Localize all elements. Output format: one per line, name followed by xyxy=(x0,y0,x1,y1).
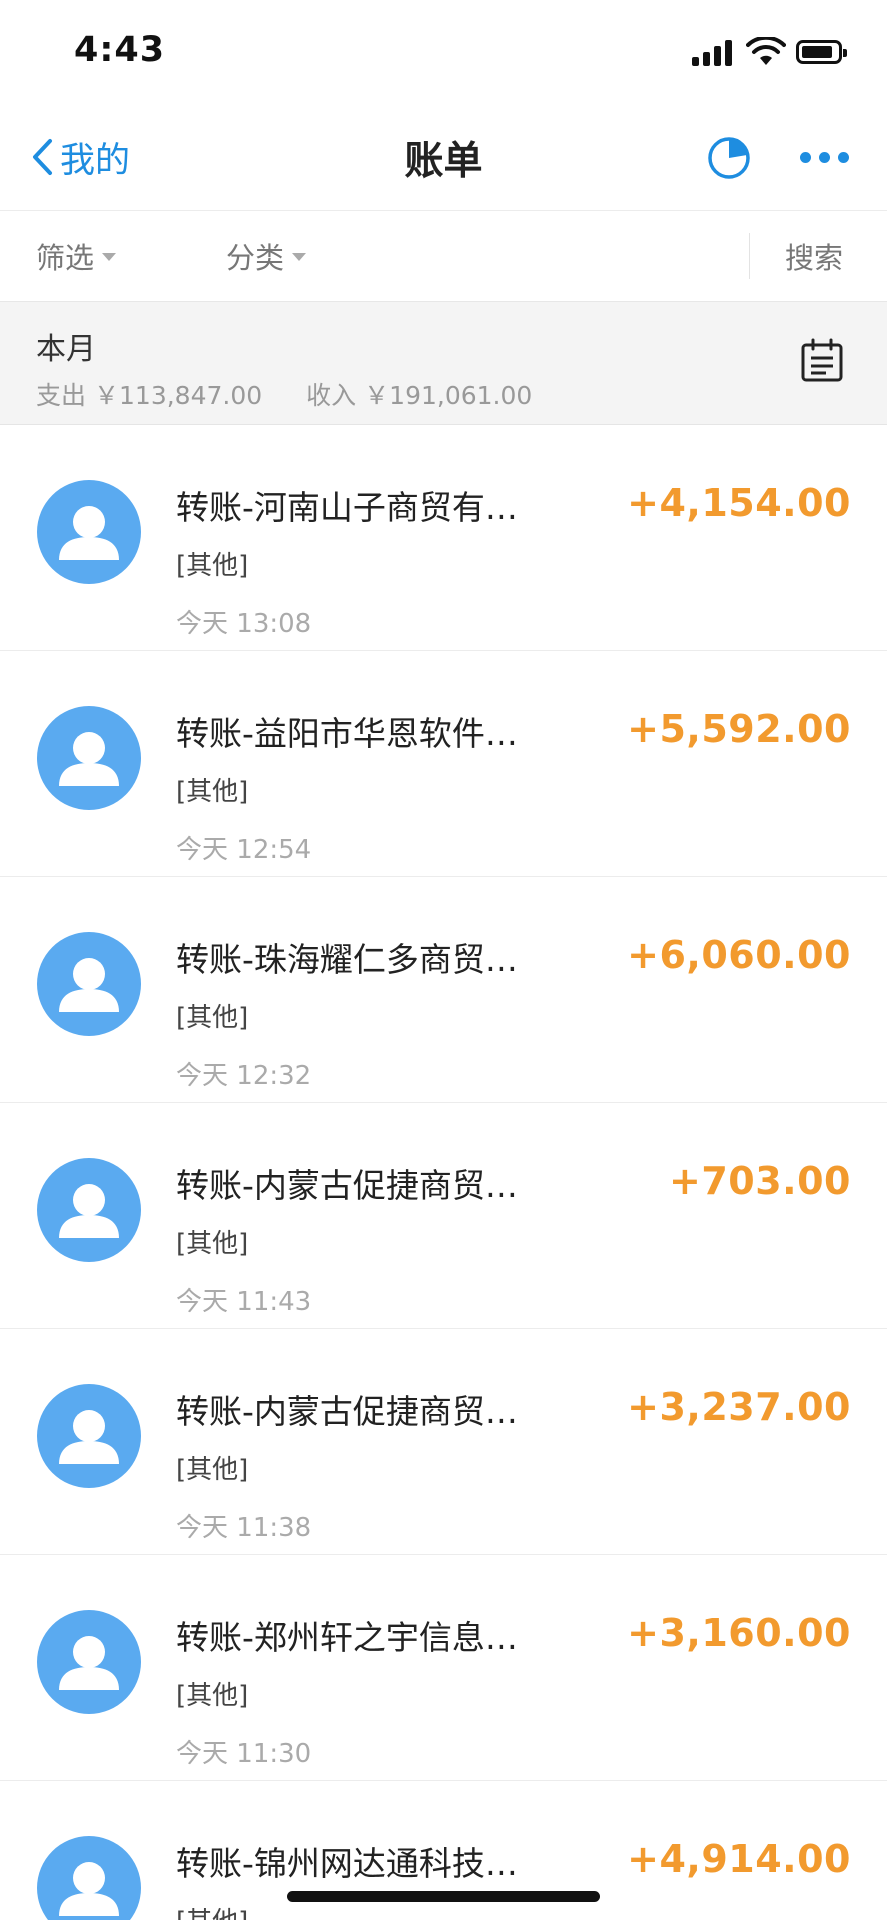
transaction-row[interactable]: 转账-河南山子商贸有… [其他] 今天 13:08 +4,154.00 xyxy=(0,425,887,651)
filter-bar: 筛选 分类 搜索 xyxy=(0,211,887,302)
avatar-icon xyxy=(37,1158,141,1262)
transaction-amount: +3,237.00 xyxy=(627,1385,851,1429)
income-value: ￥191,061.00 xyxy=(364,381,533,410)
transaction-category: [其他] xyxy=(176,1003,249,1033)
dropdown-arrow-icon xyxy=(292,253,307,261)
transaction-date: 今天 xyxy=(176,1513,229,1543)
avatar-icon xyxy=(37,480,141,584)
transaction-category: [其他] xyxy=(176,1455,249,1485)
transaction-category: [其他] xyxy=(176,551,249,581)
dropdown-arrow-icon xyxy=(102,253,117,261)
transaction-date: 今天 xyxy=(176,1061,229,1091)
expense-label: 支出 xyxy=(36,381,87,410)
month-summary: 本月 支出 ￥113,847.00 收入 ￥191,061.00 xyxy=(0,302,887,425)
transaction-date: 今天 xyxy=(176,835,229,865)
avatar-icon xyxy=(37,1610,141,1714)
month-totals: 支出 ￥113,847.00 收入 ￥191,061.00 xyxy=(36,376,540,412)
transaction-title: 转账-珠海耀仁多商贸… xyxy=(176,940,518,979)
transaction-category: [其他] xyxy=(176,1681,249,1711)
battery-icon xyxy=(796,40,847,64)
nav-bar: 我的 账单 xyxy=(0,106,887,211)
transaction-category: [其他] xyxy=(176,1901,248,1920)
pie-chart-icon[interactable] xyxy=(706,134,752,180)
bill-screen: 4:43 我的 账单 筛选 分类 搜索 本月 支出 ￥113,847.00 收入… xyxy=(0,0,887,1920)
search-button[interactable]: 搜索 xyxy=(785,235,843,277)
month-label: 本月 xyxy=(36,332,96,367)
transaction-amount: +6,060.00 xyxy=(627,933,851,977)
expense-value: ￥113,847.00 xyxy=(94,381,263,410)
transaction-category: [其他] xyxy=(176,777,249,807)
transaction-clock: 12:32 xyxy=(236,1061,312,1091)
more-dots-icon[interactable] xyxy=(800,152,850,164)
filter-dropdown[interactable]: 筛选 xyxy=(36,235,117,277)
transaction-amount: +703.00 xyxy=(669,1159,851,1203)
transaction-clock: 13:08 xyxy=(236,609,312,639)
status-time: 4:43 xyxy=(74,30,166,70)
avatar-icon xyxy=(37,932,141,1036)
status-bar: 4:43 xyxy=(0,0,887,106)
transaction-time: 今天 12:32 xyxy=(176,1055,311,1092)
transaction-clock: 11:30 xyxy=(236,1739,312,1769)
avatar-icon xyxy=(37,706,141,810)
transaction-clock: 12:54 xyxy=(236,835,312,865)
transaction-amount: +4,154.00 xyxy=(627,481,851,525)
transaction-time: 今天 11:43 xyxy=(176,1281,311,1318)
transaction-date: 今天 xyxy=(176,1287,229,1317)
transaction-row[interactable]: 转账-益阳市华恩软件… [其他] 今天 12:54 +5,592.00 xyxy=(0,651,887,877)
avatar-icon xyxy=(37,1384,141,1488)
transaction-clock: 11:38 xyxy=(236,1513,312,1543)
wifi-icon xyxy=(746,37,786,65)
signal-icon xyxy=(692,40,736,66)
transaction-row[interactable]: 转账-珠海耀仁多商贸… [其他] 今天 12:32 +6,060.00 xyxy=(0,877,887,1103)
transaction-date: 今天 xyxy=(176,609,229,639)
category-dropdown[interactable]: 分类 xyxy=(226,235,307,277)
home-indicator[interactable] xyxy=(287,1891,600,1902)
transaction-time: 今天 11:38 xyxy=(176,1507,311,1544)
transaction-time: 今天 12:54 xyxy=(176,829,311,866)
transaction-time: 今天 13:08 xyxy=(176,603,311,640)
transaction-amount: +4,914.00 xyxy=(627,1837,851,1881)
calendar-icon[interactable] xyxy=(800,338,844,384)
transaction-title: 转账-内蒙古促捷商贸… xyxy=(176,1392,518,1431)
avatar-icon xyxy=(37,1836,141,1920)
transaction-row[interactable]: 转账-郑州轩之宇信息… [其他] 今天 11:30 +3,160.00 xyxy=(0,1555,887,1781)
filter-label: 筛选 xyxy=(36,241,95,275)
transaction-clock: 11:43 xyxy=(236,1287,312,1317)
transaction-title: 转账-锦州网达通科技… xyxy=(176,1844,518,1883)
transaction-list: 转账-河南山子商贸有… [其他] 今天 13:08 +4,154.00 转账-益… xyxy=(0,425,887,1920)
transaction-category: [其他] xyxy=(176,1229,249,1259)
transaction-time: 今天 11:30 xyxy=(176,1733,311,1770)
transaction-row[interactable]: 转账-内蒙古促捷商贸… [其他] 今天 11:43 +703.00 xyxy=(0,1103,887,1329)
page-title: 账单 xyxy=(404,139,483,184)
divider xyxy=(749,233,750,279)
category-label: 分类 xyxy=(226,241,285,275)
transaction-title: 转账-郑州轩之宇信息… xyxy=(176,1618,518,1657)
transaction-row[interactable]: 转账-内蒙古促捷商贸… [其他] 今天 11:38 +3,237.00 xyxy=(0,1329,887,1555)
transaction-title: 转账-内蒙古促捷商贸… xyxy=(176,1166,518,1205)
transaction-title: 转账-益阳市华恩软件… xyxy=(176,714,518,753)
transaction-date: 今天 xyxy=(176,1739,229,1769)
transaction-title: 转账-河南山子商贸有… xyxy=(176,488,518,527)
transaction-amount: +5,592.00 xyxy=(627,707,851,751)
transaction-amount: +3,160.00 xyxy=(627,1611,851,1655)
income-label: 收入 xyxy=(306,381,357,410)
